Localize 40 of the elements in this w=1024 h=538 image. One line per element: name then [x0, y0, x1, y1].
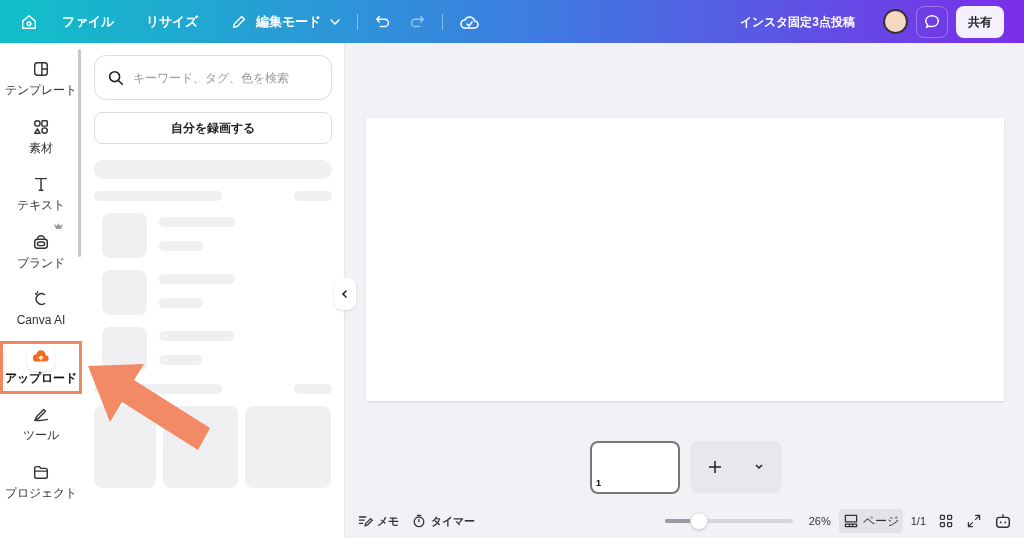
search-input[interactable]: キーワード、タグ、色を検索	[133, 68, 319, 87]
sidebar-item[interactable]: アップロード	[2, 338, 80, 396]
shapes-icon	[32, 117, 50, 136]
comment-button[interactable]	[916, 5, 948, 38]
page-thumbnail[interactable]: 1	[590, 441, 680, 494]
search-field[interactable]: キーワード、タグ、色を検索	[94, 55, 332, 100]
comment-icon	[923, 12, 941, 31]
stopwatch-icon	[411, 513, 427, 529]
page-view-button[interactable]: ページ	[838, 509, 903, 533]
share-button[interactable]: 共有	[956, 5, 1004, 38]
sidebar-item[interactable]: ブランド	[2, 223, 80, 281]
sidebar-item[interactable]: 素材	[2, 108, 80, 166]
chevron-down-icon	[754, 462, 764, 472]
notes-button[interactable]: メモ	[357, 512, 399, 530]
fullscreen-icon[interactable]	[966, 513, 982, 529]
zoom-slider[interactable]	[664, 512, 793, 530]
timer-button[interactable]: タイマー	[411, 512, 475, 530]
sidebar-item[interactable]: ツール	[2, 396, 80, 454]
page-count: 1/1	[910, 513, 926, 529]
design-title[interactable]: インスタ固定3点投稿	[740, 12, 855, 31]
home-icon[interactable]	[20, 12, 38, 31]
chevron-left-icon	[340, 289, 350, 299]
brand-kit-icon	[32, 232, 50, 251]
search-icon	[107, 68, 125, 87]
crown-icon	[54, 223, 63, 230]
plus-icon	[708, 460, 722, 474]
text-icon	[32, 175, 50, 193]
collapse-panel-button[interactable]	[334, 278, 356, 310]
avatar[interactable]	[883, 9, 908, 34]
zoom-percentage[interactable]: 26%	[808, 512, 831, 530]
sidebar-item[interactable]: テキスト	[2, 166, 80, 224]
sidebar-item[interactable]: Canva AI	[2, 281, 80, 339]
notes-icon	[357, 513, 373, 529]
sidebar-item[interactable]: テンプレート	[2, 51, 80, 109]
grid-icon[interactable]	[938, 513, 954, 529]
layout-icon	[32, 60, 50, 78]
robot-icon[interactable]	[994, 512, 1012, 530]
pages-icon	[842, 513, 859, 529]
record-button[interactable]: 自分を録画する	[94, 112, 332, 144]
sidebar-item[interactable]: プロジェクト	[2, 453, 80, 511]
